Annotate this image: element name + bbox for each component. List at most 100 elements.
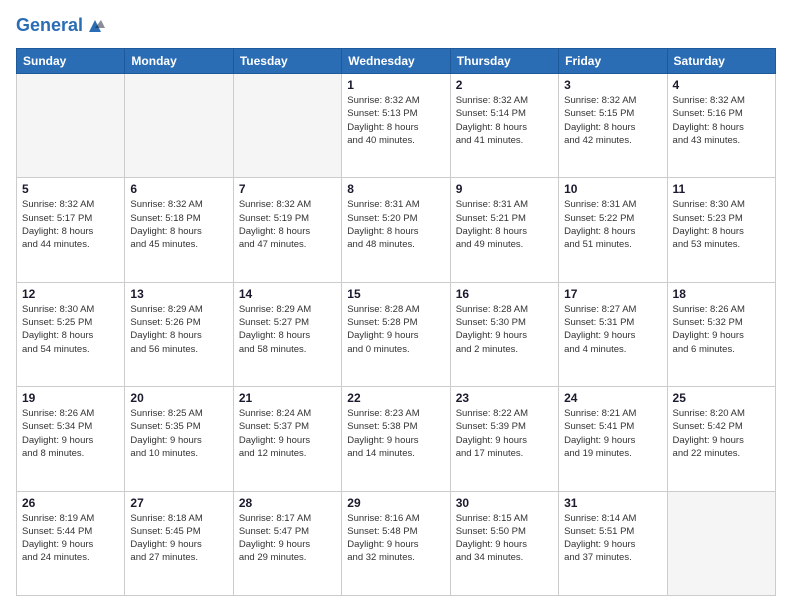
calendar-cell: 5 Sunrise: 8:32 AMSunset: 5:17 PMDaylight… [17,178,125,282]
calendar-cell [17,74,125,178]
day-info: Sunrise: 8:26 AMSunset: 5:32 PMDaylight:… [673,303,770,356]
calendar-table: SundayMondayTuesdayWednesdayThursdayFrid… [16,48,776,596]
calendar-cell [667,491,775,595]
day-info: Sunrise: 8:24 AMSunset: 5:37 PMDaylight:… [239,407,336,460]
calendar-cell: 31Sunrise: 8:14 AMSunset: 5:51 PMDayligh… [559,491,667,595]
logo-text: General [16,16,83,36]
day-info: Sunrise: 8:32 AMSunset: 5:15 PMDaylight:… [564,94,661,147]
day-info: Sunrise: 8:16 AMSunset: 5:48 PMDaylight:… [347,512,444,565]
calendar-cell: 23 Sunrise: 8:22 AMSunset: 5:39 PMDayligh… [450,387,558,491]
day-info: Sunrise: 8:25 AMSunset: 5:35 PMDaylight:… [130,407,227,460]
day-info: Sunrise: 8:32 AMSunset: 5:14 PMDaylight:… [456,94,553,147]
calendar-header-row: SundayMondayTuesdayWednesdayThursdayFrid… [17,49,776,74]
calendar-cell: 9 Sunrise: 8:31 AMSunset: 5:21 PMDaylight… [450,178,558,282]
day-info: Sunrise: 8:29 AMSunset: 5:26 PMDaylight:… [130,303,227,356]
calendar-cell: 25 Sunrise: 8:20 AMSunset: 5:42 PMDayligh… [667,387,775,491]
day-number: 10 [564,182,661,196]
day-number: 6 [130,182,227,196]
calendar-cell: 27Sunrise: 8:18 AMSunset: 5:45 PMDayligh… [125,491,233,595]
day-number: 28 [239,496,336,510]
calendar-week-row: 1Sunrise: 8:32 AMSunset: 5:13 PMDaylight… [17,74,776,178]
calendar-cell [233,74,341,178]
day-info: Sunrise: 8:26 AMSunset: 5:34 PMDaylight:… [22,407,119,460]
day-number: 23 [456,391,553,405]
day-info: Sunrise: 8:28 AMSunset: 5:28 PMDaylight:… [347,303,444,356]
day-info: Sunrise: 8:30 AMSunset: 5:25 PMDaylight:… [22,303,119,356]
day-info: Sunrise: 8:32 AMSunset: 5:19 PMDaylight:… [239,198,336,251]
day-number: 29 [347,496,444,510]
calendar-week-row: 5 Sunrise: 8:32 AMSunset: 5:17 PMDaylight… [17,178,776,282]
calendar-cell: 29 Sunrise: 8:16 AMSunset: 5:48 PMDayligh… [342,491,450,595]
calendar-cell: 7 Sunrise: 8:32 AMSunset: 5:19 PMDaylight… [233,178,341,282]
day-info: Sunrise: 8:29 AMSunset: 5:27 PMDaylight:… [239,303,336,356]
day-info: Sunrise: 8:32 AMSunset: 5:18 PMDaylight:… [130,198,227,251]
calendar-day-header: Wednesday [342,49,450,74]
day-number: 26 [22,496,119,510]
day-number: 18 [673,287,770,301]
day-info: Sunrise: 8:27 AMSunset: 5:31 PMDaylight:… [564,303,661,356]
day-number: 16 [456,287,553,301]
calendar-day-header: Tuesday [233,49,341,74]
day-info: Sunrise: 8:15 AMSunset: 5:50 PMDaylight:… [456,512,553,565]
day-info: Sunrise: 8:22 AMSunset: 5:39 PMDaylight:… [456,407,553,460]
calendar-week-row: 12 Sunrise: 8:30 AMSunset: 5:25 PMDayligh… [17,282,776,386]
calendar-cell: 6 Sunrise: 8:32 AMSunset: 5:18 PMDaylight… [125,178,233,282]
day-number: 12 [22,287,119,301]
day-number: 21 [239,391,336,405]
calendar-cell: 20 Sunrise: 8:25 AMSunset: 5:35 PMDayligh… [125,387,233,491]
day-number: 25 [673,391,770,405]
calendar-cell: 11Sunrise: 8:30 AMSunset: 5:23 PMDayligh… [667,178,775,282]
calendar-day-header: Monday [125,49,233,74]
header: General [16,16,776,36]
day-info: Sunrise: 8:17 AMSunset: 5:47 PMDaylight:… [239,512,336,565]
calendar-cell: 13 Sunrise: 8:29 AMSunset: 5:26 PMDayligh… [125,282,233,386]
calendar-cell: 1Sunrise: 8:32 AMSunset: 5:13 PMDaylight… [342,74,450,178]
calendar-cell: 2 Sunrise: 8:32 AMSunset: 5:14 PMDaylight… [450,74,558,178]
calendar-cell: 24 Sunrise: 8:21 AMSunset: 5:41 PMDayligh… [559,387,667,491]
page: General SundayMondayTuesdayWednesdayThur… [0,0,792,612]
day-info: Sunrise: 8:32 AMSunset: 5:16 PMDaylight:… [673,94,770,147]
day-info: Sunrise: 8:19 AMSunset: 5:44 PMDaylight:… [22,512,119,565]
day-number: 15 [347,287,444,301]
calendar-day-header: Friday [559,49,667,74]
calendar-week-row: 19 Sunrise: 8:26 AMSunset: 5:34 PMDayligh… [17,387,776,491]
day-info: Sunrise: 8:32 AMSunset: 5:17 PMDaylight:… [22,198,119,251]
calendar-cell: 15 Sunrise: 8:28 AMSunset: 5:28 PMDayligh… [342,282,450,386]
day-number: 3 [564,78,661,92]
day-number: 4 [673,78,770,92]
day-info: Sunrise: 8:21 AMSunset: 5:41 PMDaylight:… [564,407,661,460]
day-number: 22 [347,391,444,405]
day-number: 8 [347,182,444,196]
day-number: 17 [564,287,661,301]
day-number: 1 [347,78,444,92]
day-number: 9 [456,182,553,196]
day-number: 24 [564,391,661,405]
day-number: 14 [239,287,336,301]
calendar-cell: 14 Sunrise: 8:29 AMSunset: 5:27 PMDayligh… [233,282,341,386]
calendar-week-row: 26 Sunrise: 8:19 AMSunset: 5:44 PMDayligh… [17,491,776,595]
day-number: 5 [22,182,119,196]
day-number: 20 [130,391,227,405]
day-number: 13 [130,287,227,301]
day-info: Sunrise: 8:31 AMSunset: 5:21 PMDaylight:… [456,198,553,251]
calendar-cell: 10Sunrise: 8:31 AMSunset: 5:22 PMDayligh… [559,178,667,282]
calendar-cell: 3 Sunrise: 8:32 AMSunset: 5:15 PMDaylight… [559,74,667,178]
day-info: Sunrise: 8:31 AMSunset: 5:20 PMDaylight:… [347,198,444,251]
day-info: Sunrise: 8:20 AMSunset: 5:42 PMDaylight:… [673,407,770,460]
day-number: 27 [130,496,227,510]
day-number: 30 [456,496,553,510]
logo-icon [85,16,105,36]
logo: General [16,16,105,36]
calendar-day-header: Sunday [17,49,125,74]
day-info: Sunrise: 8:28 AMSunset: 5:30 PMDaylight:… [456,303,553,356]
calendar-cell: 22Sunrise: 8:23 AMSunset: 5:38 PMDayligh… [342,387,450,491]
calendar-cell: 16 Sunrise: 8:28 AMSunset: 5:30 PMDayligh… [450,282,558,386]
day-number: 2 [456,78,553,92]
calendar-day-header: Thursday [450,49,558,74]
day-number: 7 [239,182,336,196]
day-info: Sunrise: 8:30 AMSunset: 5:23 PMDaylight:… [673,198,770,251]
calendar-cell: 8 Sunrise: 8:31 AMSunset: 5:20 PMDaylight… [342,178,450,282]
day-number: 19 [22,391,119,405]
calendar-cell: 30 Sunrise: 8:15 AMSunset: 5:50 PMDayligh… [450,491,558,595]
calendar-cell: 28 Sunrise: 8:17 AMSunset: 5:47 PMDayligh… [233,491,341,595]
